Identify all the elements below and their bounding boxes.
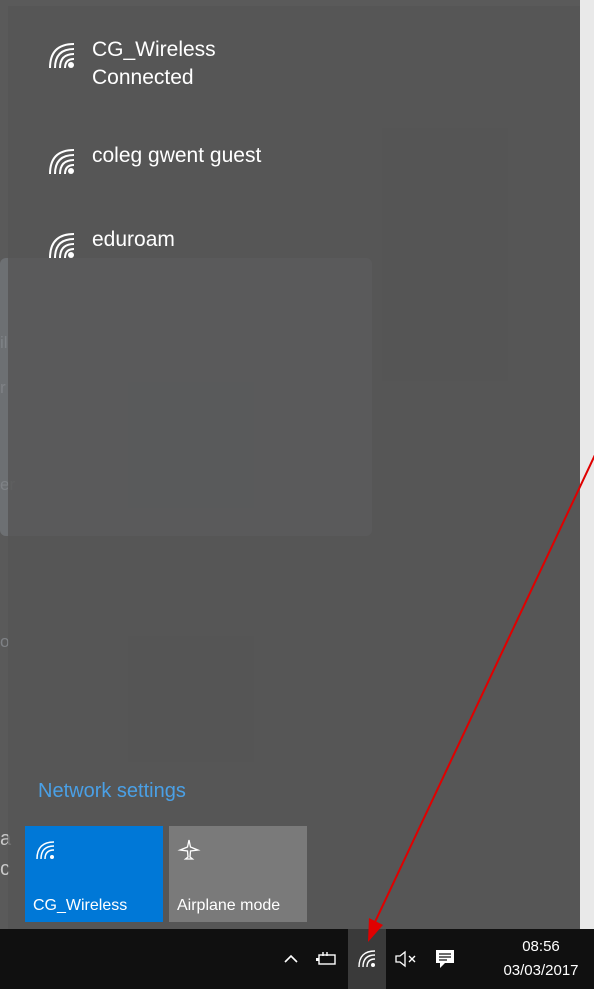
wifi-quick-action-tile[interactable]: CG_Wireless: [25, 826, 163, 922]
wifi-icon: [49, 233, 75, 259]
network-item-coleg-gwent-guest[interactable]: coleg gwent guest: [44, 142, 261, 178]
battery-button[interactable]: [308, 929, 344, 989]
clock-time: 08:56: [522, 938, 560, 955]
network-tray-button[interactable]: [348, 929, 386, 989]
network-item-cg-wireless[interactable]: CG_Wireless Connected: [44, 36, 216, 92]
action-center-button[interactable]: [428, 929, 462, 989]
action-center-icon: [436, 950, 454, 968]
network-name: coleg gwent guest: [92, 144, 262, 167]
wifi-icon: [49, 149, 75, 175]
tile-label: Airplane mode: [177, 897, 281, 914]
chevron-up-icon: [284, 954, 298, 963]
clock-date: 03/03/2017: [503, 962, 579, 979]
battery-icon: [316, 952, 336, 965]
taskbar: 08:56 03/03/2017: [0, 929, 594, 989]
wifi-icon: [36, 841, 55, 860]
volume-muted-icon: [395, 950, 416, 968]
airplane-icon: [177, 839, 201, 860]
background-fragment: r: [0, 378, 6, 397]
tile-label: CG_Wireless: [33, 897, 128, 914]
network-status: Connected: [92, 66, 194, 89]
desktop-edge: [580, 0, 594, 929]
clock[interactable]: 08:56 03/03/2017: [493, 935, 589, 983]
volume-button[interactable]: [388, 929, 424, 989]
network-name: eduroam: [92, 228, 175, 251]
wifi-icon: [49, 43, 75, 69]
show-hidden-icons-button[interactable]: [276, 929, 306, 989]
network-item-eduroam[interactable]: eduroam: [44, 226, 175, 262]
background-fragment: il: [0, 333, 8, 352]
airplane-mode-tile[interactable]: Airplane mode: [169, 826, 307, 922]
wifi-icon: [358, 950, 376, 968]
network-settings-link[interactable]: Network settings: [38, 780, 186, 803]
network-name: CG_Wireless: [92, 38, 216, 61]
